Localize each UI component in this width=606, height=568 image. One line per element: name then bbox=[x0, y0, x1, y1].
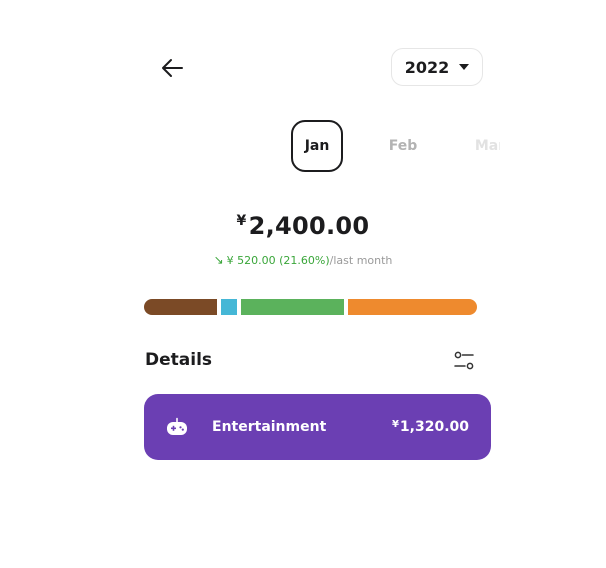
month-selector: Jan Feb Mar bbox=[0, 120, 500, 176]
breakdown-segment bbox=[144, 299, 218, 315]
category-amount: ¥1,320.00 bbox=[392, 419, 469, 435]
total-currency: ¥ bbox=[236, 213, 247, 229]
year-value: 2022 bbox=[404, 57, 450, 77]
gamepad-icon bbox=[166, 416, 188, 438]
category-amount-value: 1,320.00 bbox=[399, 419, 469, 435]
category-name: Entertainment bbox=[212, 419, 327, 435]
change-amount: ¥ 520.00 (21.60%) bbox=[226, 254, 330, 267]
category-item-entertainment[interactable]: Entertainment ¥1,320.00 bbox=[144, 394, 491, 460]
sliders-icon bbox=[454, 351, 474, 370]
breakdown-segment bbox=[240, 299, 345, 315]
total-value: 2,400.00 bbox=[248, 212, 370, 240]
breakdown-segment bbox=[221, 299, 237, 315]
category-breakdown-bar bbox=[144, 299, 490, 315]
arrow-left-icon bbox=[162, 59, 183, 77]
details-title: Details bbox=[145, 350, 213, 370]
month-change: ↘ ¥ 520.00 (21.60%)/last month bbox=[0, 253, 606, 267]
month-tab-feb[interactable]: Feb bbox=[384, 120, 422, 172]
trend-down-arrow-icon: ↘ bbox=[213, 253, 224, 267]
category-currency: ¥ bbox=[391, 419, 399, 430]
month-tab-mar[interactable]: Mar bbox=[470, 120, 500, 172]
year-dropdown[interactable]: 2022 bbox=[391, 48, 483, 86]
change-suffix: /last month bbox=[329, 254, 393, 267]
filter-button[interactable] bbox=[452, 350, 476, 372]
month-tab-jan[interactable]: Jan bbox=[291, 120, 343, 172]
breakdown-segment bbox=[348, 299, 477, 315]
total-amount: ¥2,400.00 bbox=[0, 212, 606, 240]
caret-down-icon bbox=[459, 64, 470, 70]
back-button[interactable] bbox=[156, 54, 188, 82]
